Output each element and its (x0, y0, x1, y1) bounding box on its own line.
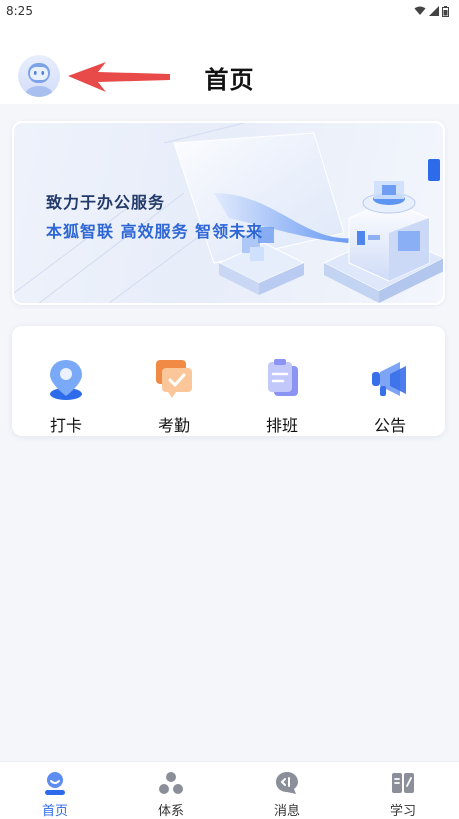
home-person-icon (45, 772, 65, 795)
app-header: 首页 (0, 22, 459, 104)
open-book-icon (392, 773, 414, 793)
quick-actions-panel: 打卡 考勤 排班 公告 (12, 326, 445, 436)
quick-action-label: 考勤 (157, 416, 190, 435)
location-pin-icon (50, 360, 82, 400)
status-time: 8:25 (6, 4, 33, 18)
status-icons (414, 5, 449, 17)
page-title: 首页 (204, 66, 255, 94)
megaphone-icon (372, 362, 406, 396)
battery-icon (442, 5, 449, 17)
tab-label: 学习 (389, 804, 416, 819)
quick-action-announcement[interactable]: 公告 (340, 356, 440, 436)
quick-action-schedule[interactable]: 排班 (232, 356, 332, 436)
tab-label: 体系 (157, 804, 184, 819)
banner-subtitle: 本狐智联 高效服务 智领未来 (46, 222, 264, 241)
banner-title: 致力于办公服务 (46, 193, 166, 212)
office-building-illustration (14, 123, 443, 303)
attendance-message-icon (156, 360, 192, 398)
quick-action-label: 公告 (373, 416, 406, 435)
tab-messages[interactable]: 消息 (247, 770, 327, 819)
quick-action-clock-in[interactable]: 打卡 (16, 356, 116, 436)
quick-action-label: 打卡 (49, 416, 82, 435)
signal-icon (429, 6, 439, 16)
wifi-icon (414, 6, 426, 15)
tab-label: 消息 (273, 804, 300, 819)
tab-home[interactable]: 首页 (15, 770, 95, 819)
message-bubble-icon (276, 772, 298, 794)
schedule-clipboard-icon (268, 359, 298, 396)
bottom-tab-bar: 首页 体系 消息 学习 (0, 761, 459, 819)
system-nodes-icon (159, 772, 183, 794)
tab-system[interactable]: 体系 (131, 770, 211, 819)
tab-label: 首页 (41, 804, 68, 819)
tab-learning[interactable]: 学习 (363, 770, 443, 819)
quick-action-label: 排班 (265, 416, 298, 435)
status-bar: 8:25 (0, 0, 459, 22)
promo-banner[interactable]: 致力于办公服务 本狐智联 高效服务 智领未来 (12, 121, 445, 305)
quick-action-attendance[interactable]: 考勤 (124, 356, 224, 436)
